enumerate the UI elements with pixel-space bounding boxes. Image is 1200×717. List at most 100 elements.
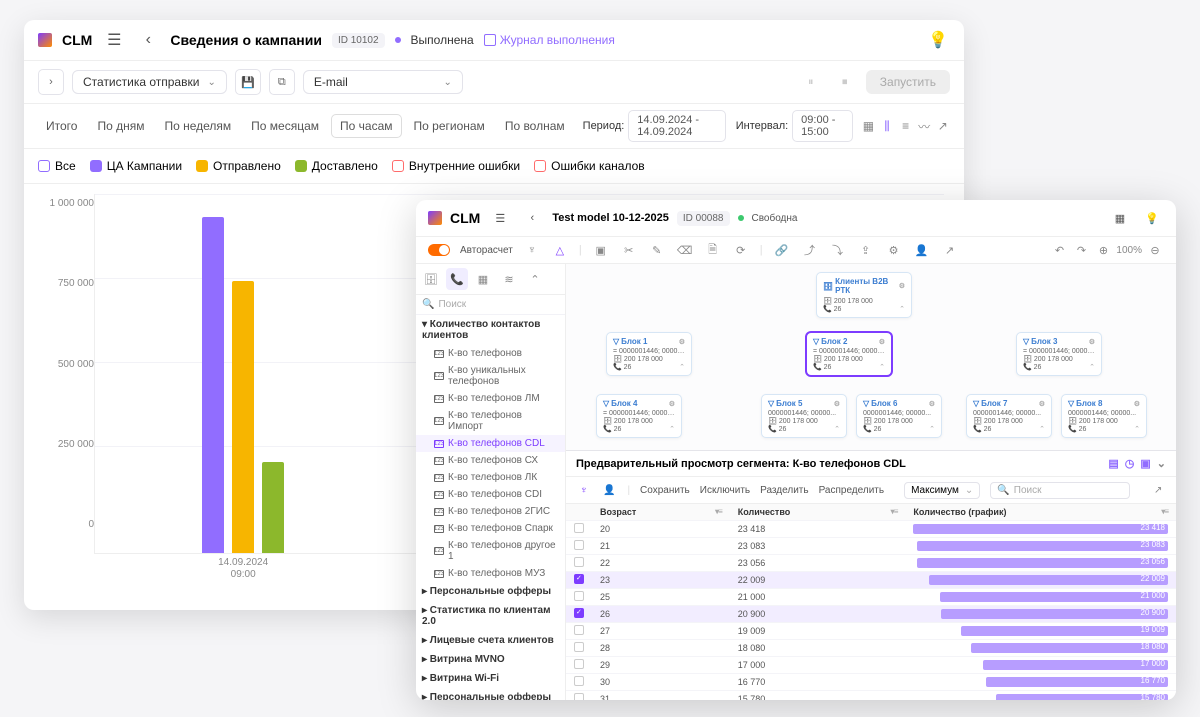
- undo-icon[interactable]: ↶: [1050, 241, 1068, 259]
- block-node[interactable]: ▽Блок 6⚙0000001446; 00000...🗄 200 178 00…: [856, 394, 942, 438]
- tree-item[interactable]: 123К-во телефонов 2ГИС: [416, 503, 565, 520]
- granularity-tab[interactable]: По месяцам: [243, 115, 327, 137]
- tree-item[interactable]: 123К-во телефонов: [416, 345, 565, 362]
- edit-icon[interactable]: ✎: [648, 241, 666, 259]
- row-checkbox[interactable]: [574, 574, 584, 584]
- link-icon[interactable]: 🔗: [773, 241, 791, 259]
- sidebar-tab-phone[interactable]: 📞: [446, 268, 468, 290]
- granularity-tab[interactable]: По часам: [331, 114, 401, 138]
- pause-icon[interactable]: ⏸: [798, 69, 824, 95]
- preview-action[interactable]: Исключить: [700, 485, 750, 496]
- tree-item[interactable]: 123К-во телефонов CDI: [416, 486, 565, 503]
- legend-item[interactable]: Внутренние ошибки: [392, 159, 520, 173]
- row-checkbox[interactable]: [574, 659, 584, 669]
- preview-action[interactable]: Распределить: [819, 485, 885, 496]
- merge-icon[interactable]: ⤵: [829, 241, 847, 259]
- tree-item[interactable]: 123К-во телефонов МУЗ: [416, 565, 565, 582]
- view-mode-icon[interactable]: ▦: [861, 115, 876, 137]
- block-node[interactable]: ▽Блок 1⚙= 0000001446; 00000...🗄 200 178 …: [606, 332, 692, 376]
- tree-group[interactable]: ▸ Витрина Wi-Fi: [416, 669, 565, 688]
- copy-icon[interactable]: ⧉: [269, 69, 295, 95]
- sidebar-tab-grid[interactable]: ▦: [472, 268, 494, 290]
- expand-icon[interactable]: ›: [38, 69, 64, 95]
- scissors-icon[interactable]: ✂: [620, 241, 638, 259]
- tree-icon[interactable]: ♆: [523, 241, 541, 259]
- preview-action[interactable]: Сохранить: [640, 485, 690, 496]
- back-icon[interactable]: ‹: [136, 28, 160, 52]
- back-icon[interactable]: ‹: [520, 206, 544, 230]
- interval-value[interactable]: 09:00 - 15:00: [792, 110, 853, 142]
- row-checkbox[interactable]: [574, 642, 584, 652]
- tool-icon[interactable]: ▣: [592, 241, 610, 259]
- bulb-icon[interactable]: 💡: [1140, 206, 1164, 230]
- branch-icon[interactable]: ⤴: [801, 241, 819, 259]
- legend-item[interactable]: Все: [38, 159, 76, 173]
- doc-icon[interactable]: 🗎: [704, 241, 722, 259]
- table-row[interactable]: 3016 77016 770: [566, 674, 1176, 691]
- period-value[interactable]: 14.09.2024 - 14.09.2024: [628, 110, 725, 142]
- external-icon[interactable]: ↗: [1150, 481, 1166, 499]
- view-mode-icon[interactable]: 〰: [917, 115, 932, 137]
- triangle-icon[interactable]: △: [551, 241, 569, 259]
- tree-item[interactable]: 123К-во телефонов Импорт: [416, 407, 565, 435]
- row-checkbox[interactable]: [574, 676, 584, 686]
- table-row[interactable]: 2322 00922 009: [566, 572, 1176, 589]
- granularity-tab[interactable]: По неделям: [156, 115, 239, 137]
- redo-icon[interactable]: ↷: [1072, 241, 1090, 259]
- tree-item[interactable]: 123К-во телефонов CDL: [416, 435, 565, 452]
- root-node[interactable]: 🗄Клиенты B2B РТК⚙🗄 200 178 000📞 26 ⌃: [816, 272, 912, 318]
- bulb-icon[interactable]: 💡: [926, 28, 950, 52]
- stat-select[interactable]: Статистика отправки⌄: [72, 70, 227, 94]
- chart-bar[interactable]: [262, 462, 284, 553]
- aggregation-select[interactable]: Максимум⌄: [904, 482, 980, 499]
- tree-group[interactable]: ▸ Витрина MVNO: [416, 650, 565, 669]
- execution-journal-link[interactable]: Журнал выполнения: [484, 33, 615, 47]
- tree-item[interactable]: 123К-во телефонов Спарк: [416, 520, 565, 537]
- stop-icon[interactable]: ⏹: [832, 69, 858, 95]
- tree-item[interactable]: 123К-во телефонов ЛК: [416, 469, 565, 486]
- legend-item[interactable]: Доставлено: [295, 159, 378, 173]
- row-checkbox[interactable]: [574, 540, 584, 550]
- block-node[interactable]: ▽Блок 4⚙= 0000001446; 00000...🗄 200 178 …: [596, 394, 682, 438]
- erase-icon[interactable]: ⌫: [676, 241, 694, 259]
- autocalc-toggle[interactable]: [428, 244, 450, 256]
- legend-item[interactable]: ЦА Кампании: [90, 159, 182, 173]
- tree-group[interactable]: ▸ Статистика по клиентам 2.0: [416, 601, 565, 631]
- block-node[interactable]: ▽Блок 8⚙0000001446; 00000...🗄 200 178 00…: [1061, 394, 1147, 438]
- menu-icon[interactable]: ☰: [102, 28, 126, 52]
- chart-icon[interactable]: ▤: [1108, 457, 1118, 470]
- zoom-out-icon[interactable]: ⊖: [1146, 241, 1164, 259]
- table-row[interactable]: 2123 08323 083: [566, 538, 1176, 555]
- row-checkbox[interactable]: [574, 693, 584, 700]
- granularity-tab[interactable]: По дням: [89, 115, 152, 137]
- table-row[interactable]: 2818 08018 080: [566, 640, 1176, 657]
- table-row[interactable]: 3115 78015 780: [566, 691, 1176, 701]
- channel-select[interactable]: E-mail⌄: [303, 70, 463, 94]
- launch-button[interactable]: Запустить: [866, 70, 950, 94]
- table-row[interactable]: 2521 00021 000: [566, 589, 1176, 606]
- tree-group[interactable]: ▸ Персональные офферы: [416, 688, 565, 700]
- row-checkbox[interactable]: [574, 523, 584, 533]
- user-view-icon[interactable]: 👤: [602, 481, 618, 499]
- legend-item[interactable]: Ошибки каналов: [534, 159, 645, 173]
- row-checkbox[interactable]: [574, 608, 584, 618]
- settings-icon[interactable]: ⚙: [885, 241, 903, 259]
- clock-icon[interactable]: ◷: [1125, 457, 1135, 470]
- row-checkbox[interactable]: [574, 625, 584, 635]
- view-mode-icon[interactable]: ↗: [935, 115, 950, 137]
- refresh-icon[interactable]: ⟳: [732, 241, 750, 259]
- table-row[interactable]: 2023 41823 418: [566, 521, 1176, 538]
- chart-bar[interactable]: [202, 217, 224, 553]
- row-checkbox[interactable]: [574, 557, 584, 567]
- collapse-icon[interactable]: ⌄: [1157, 457, 1166, 470]
- zoom-in-icon[interactable]: ⊕: [1094, 241, 1112, 259]
- view-mode-icon[interactable]: ⫼: [880, 115, 895, 137]
- preview-action[interactable]: Разделить: [760, 485, 808, 496]
- menu-icon[interactable]: ☰: [488, 206, 512, 230]
- granularity-tab[interactable]: Итого: [38, 115, 85, 137]
- sidebar-tab-collapse[interactable]: ⌃: [524, 268, 546, 290]
- sidebar-tab-archive[interactable]: 🗄: [420, 268, 442, 290]
- user-icon[interactable]: 👤: [913, 241, 931, 259]
- table-row[interactable]: 2719 00919 009: [566, 623, 1176, 640]
- tree-group[interactable]: ▸ Лицевые счета клиентов: [416, 631, 565, 650]
